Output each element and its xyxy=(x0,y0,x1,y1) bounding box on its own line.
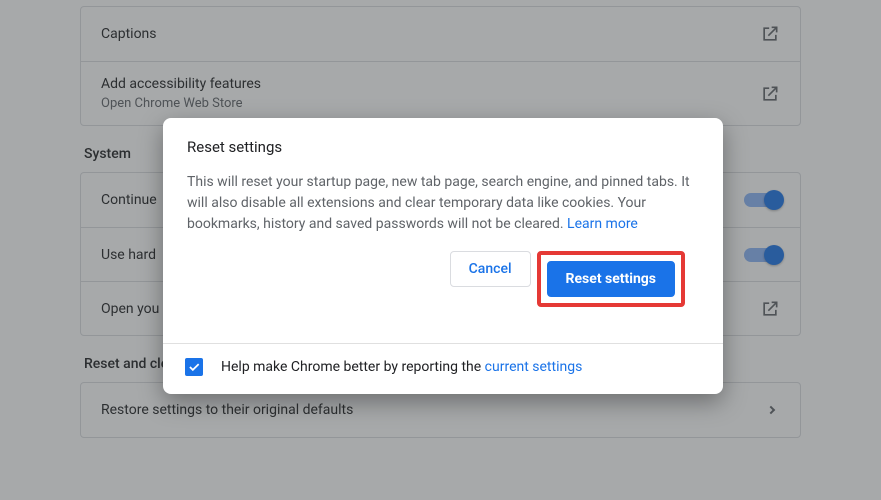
dialog-title: Reset settings xyxy=(187,138,699,156)
highlight-annotation: Reset settings xyxy=(537,251,685,307)
reset-settings-dialog: Reset settings This will reset your star… xyxy=(163,118,723,394)
help-reporting-checkbox[interactable] xyxy=(185,358,203,376)
help-reporting-label: Help make Chrome better by reporting the… xyxy=(221,359,582,375)
check-icon xyxy=(187,360,201,374)
learn-more-link[interactable]: Learn more xyxy=(567,216,638,232)
help-reporting-prefix: Help make Chrome better by reporting the xyxy=(221,359,485,375)
reset-settings-button[interactable]: Reset settings xyxy=(547,261,675,297)
cancel-button[interactable]: Cancel xyxy=(450,251,531,287)
dialog-description: This will reset your startup page, new t… xyxy=(187,172,699,235)
current-settings-link[interactable]: current settings xyxy=(485,359,583,375)
